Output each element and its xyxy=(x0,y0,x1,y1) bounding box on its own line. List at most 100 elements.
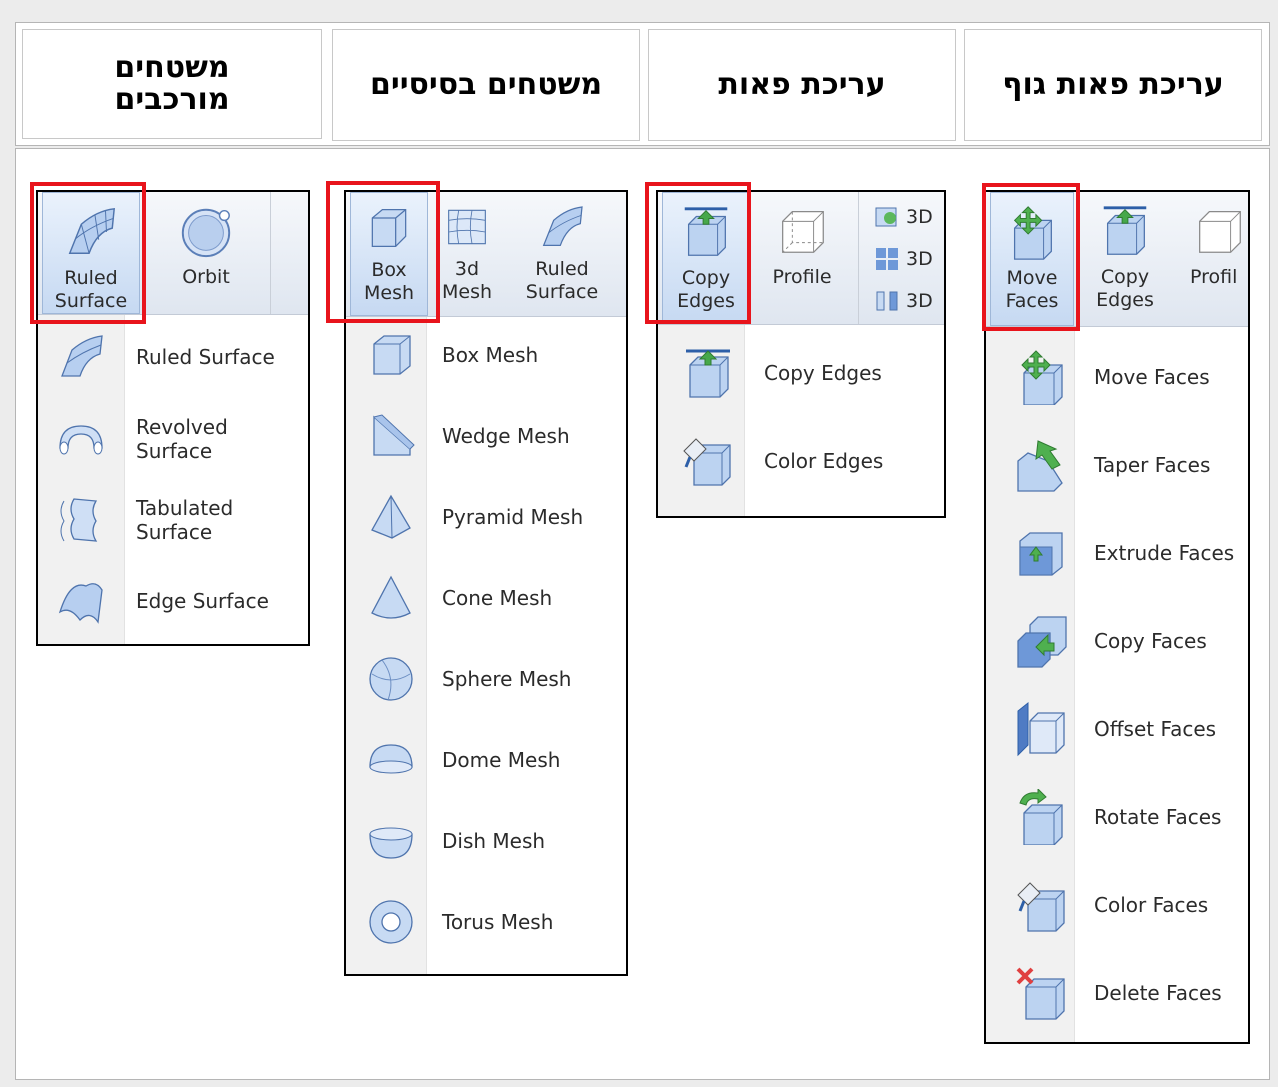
menu-item-label: Tabulated Surface xyxy=(136,496,234,544)
delete-faces-icon xyxy=(1016,967,1065,1020)
menu-item-label: Edge Surface xyxy=(136,589,269,613)
3d-label: 3D xyxy=(906,248,933,270)
highlight-ruled-surface xyxy=(30,182,146,324)
ruled-surface-menu: Ruled Surface Revolved Surface Tabulated… xyxy=(38,315,308,644)
3d-array-icon xyxy=(876,248,898,270)
menu-item-tabulated-surface[interactable]: Tabulated Surface xyxy=(38,490,308,550)
cone-mesh-icon xyxy=(371,575,411,619)
menu-item-label: Box Mesh xyxy=(442,343,539,367)
menu-item-revolved-surface[interactable]: Revolved Surface xyxy=(38,409,308,469)
ribbon-separator xyxy=(270,192,271,314)
3d-array-button[interactable]: 3D xyxy=(874,246,933,272)
color-edges-icon xyxy=(683,438,731,486)
ruled-surface-icon xyxy=(542,206,583,246)
menu-item-dish-mesh[interactable]: Dish Mesh xyxy=(346,811,626,871)
menu-item-pyramid-mesh[interactable]: Pyramid Mesh xyxy=(346,487,626,547)
menu-item-copy-faces[interactable]: Copy Faces xyxy=(986,611,1248,671)
menu-item-label: Copy Edges xyxy=(764,361,882,385)
menu-item-label: Color Edges xyxy=(764,449,884,473)
wedge-mesh-icon xyxy=(373,414,415,456)
profile-label: Profile xyxy=(772,266,832,288)
menu-item-copy-edges[interactable]: Copy Edges xyxy=(658,343,944,403)
menu-item-extrude-faces[interactable]: Extrude Faces xyxy=(986,523,1248,583)
3d-mesh-button[interactable]: 3d Mesh xyxy=(432,192,502,316)
3d-rotate-icon xyxy=(875,207,897,227)
menu-item-label: Move Faces xyxy=(1094,365,1210,389)
profile-button[interactable]: Profil xyxy=(1176,192,1248,326)
menu-item-offset-faces[interactable]: Offset Faces xyxy=(986,699,1248,759)
revolved-surface-icon xyxy=(59,425,103,455)
menu-item-label: Dome Mesh xyxy=(442,748,561,772)
orbit-label: Orbit xyxy=(182,266,230,288)
menu-item-ruled-surface[interactable]: Ruled Surface xyxy=(38,327,308,387)
profile-label: Profil xyxy=(1190,266,1238,288)
profile-icon xyxy=(782,211,824,253)
menu-item-delete-faces[interactable]: Delete Faces xyxy=(986,963,1248,1023)
torus-mesh-icon xyxy=(369,900,413,944)
menu-item-label: Cone Mesh xyxy=(442,586,553,610)
menu-item-label: Copy Faces xyxy=(1094,629,1207,653)
3d-label: 3D xyxy=(906,290,933,312)
copy-faces-icon xyxy=(1017,616,1067,668)
highlight-move-faces xyxy=(982,183,1080,331)
menu-item-box-mesh[interactable]: Box Mesh xyxy=(346,325,626,385)
menu-item-label: Offset Faces xyxy=(1094,717,1217,741)
menu-item-dome-mesh[interactable]: Dome Mesh xyxy=(346,730,626,790)
menu-item-label: Revolved Surface xyxy=(136,415,228,463)
color-faces-icon xyxy=(1017,882,1065,932)
header-body-face-editing: עריכת פאות גוף xyxy=(964,29,1262,141)
profile-button[interactable]: Profile xyxy=(756,192,848,324)
menu-item-sphere-mesh[interactable]: Sphere Mesh xyxy=(346,649,626,709)
menu-item-color-edges[interactable]: Color Edges xyxy=(658,431,944,491)
menu-item-label: Torus Mesh xyxy=(442,910,554,934)
dish-mesh-icon xyxy=(369,827,413,859)
move-faces-menu: Move Faces Taper Faces Extrude Faces Cop… xyxy=(986,327,1248,1042)
highlight-copy-edges xyxy=(645,182,751,324)
menu-item-label: Pyramid Mesh xyxy=(442,505,584,529)
menu-item-edge-surface[interactable]: Edge Surface xyxy=(38,571,308,631)
3d-label: 3D xyxy=(906,206,933,228)
3d-mesh-icon xyxy=(448,209,486,245)
menu-item-label: Ruled Surface xyxy=(136,345,275,369)
header-table: עריכת פאות גוף עריכת פאות משטחים בסיסיים… xyxy=(15,22,1270,146)
taper-faces-icon xyxy=(1017,440,1063,492)
menu-item-label: Rotate Faces xyxy=(1094,805,1222,829)
dome-mesh-icon xyxy=(369,744,413,774)
copy-edges-icon xyxy=(686,349,730,398)
rotate-faces-icon xyxy=(1019,789,1063,845)
ruled-surface-mesh-button[interactable]: Ruled Surface xyxy=(506,192,618,316)
tabulated-surface-icon xyxy=(60,498,98,542)
ruled-surface-icon xyxy=(61,335,103,377)
copy-edges-button[interactable]: Copy Edges xyxy=(1080,192,1170,326)
profile-icon xyxy=(1199,211,1241,253)
box-mesh-icon xyxy=(373,335,411,375)
3d-rotate-button[interactable]: 3D xyxy=(874,204,933,230)
menu-item-cone-mesh[interactable]: Cone Mesh xyxy=(346,568,626,628)
ruled-surface-label: Ruled Surface xyxy=(525,258,599,303)
pyramid-mesh-icon xyxy=(371,494,411,539)
3d-mirror-button[interactable]: 3D xyxy=(874,288,933,314)
menu-item-label: Dish Mesh xyxy=(442,829,546,853)
menu-item-move-faces[interactable]: Move Faces xyxy=(986,347,1248,407)
menu-item-label: Delete Faces xyxy=(1094,981,1222,1005)
edge-surface-icon xyxy=(58,583,103,624)
header-basic-meshes: משטחים בסיסיים xyxy=(332,29,640,141)
orbit-button[interactable]: Orbit xyxy=(156,192,256,314)
header-complex-surfaces: משטחים מורכבים xyxy=(22,29,322,139)
3d-mirror-icon xyxy=(876,291,898,311)
menu-item-color-faces[interactable]: Color Faces xyxy=(986,875,1248,935)
menu-item-label: Sphere Mesh xyxy=(442,667,572,691)
sphere-mesh-icon xyxy=(369,657,413,701)
menu-item-rotate-faces[interactable]: Rotate Faces xyxy=(986,787,1248,847)
menu-item-taper-faces[interactable]: Taper Faces xyxy=(986,435,1248,495)
menu-item-label: Extrude Faces xyxy=(1094,541,1235,565)
ribbon-separator xyxy=(858,192,859,324)
move-faces-icon xyxy=(1021,350,1063,405)
copy-edges-label: Copy Edges xyxy=(1096,266,1154,311)
menu-item-torus-mesh[interactable]: Torus Mesh xyxy=(346,892,626,952)
header-face-editing: עריכת פאות xyxy=(648,29,956,141)
menu-item-wedge-mesh[interactable]: Wedge Mesh xyxy=(346,406,626,466)
box-mesh-menu: Box Mesh Wedge Mesh Pyramid Mesh Cone Me… xyxy=(346,317,626,974)
copy-edges-icon xyxy=(1103,206,1147,255)
highlight-box-mesh xyxy=(326,181,440,323)
